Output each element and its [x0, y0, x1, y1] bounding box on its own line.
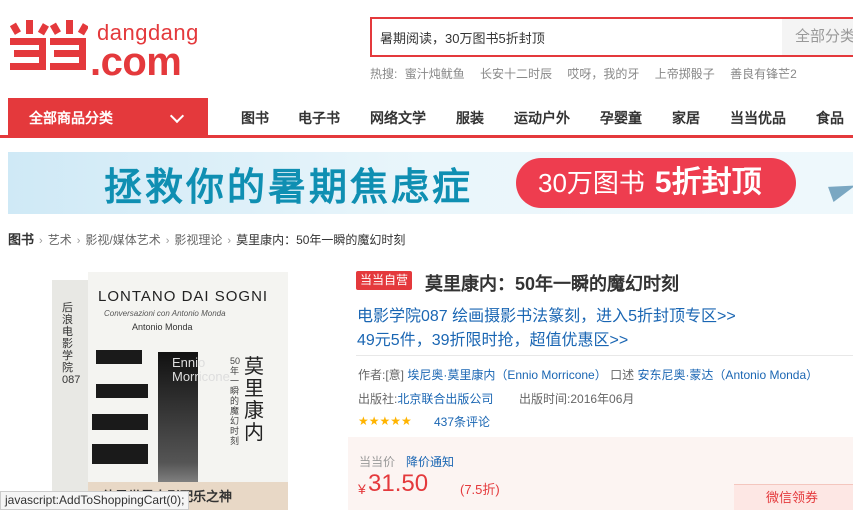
author-line: 作者:[意] 埃尼奥·莫里康内（Ennio Morricone） 口述 安东尼奥… [358, 366, 818, 383]
author-prefix: [意] [385, 368, 405, 382]
reviews-count: 437 [434, 415, 455, 429]
price-discount: (7.5折) [460, 482, 500, 497]
breadcrumb-item[interactable]: 艺术 [48, 233, 72, 247]
nav-item-food[interactable]: 食品 [816, 98, 844, 138]
cover-vertical-name: Ennio Morricone [172, 356, 230, 384]
paper-plane-icon [828, 178, 853, 202]
self-operated-badge: 当当自营 [356, 271, 413, 290]
hot-search-term[interactable]: 蜜汁炖鱿鱼 [405, 67, 465, 81]
price-drop-notice-link[interactable]: 降价通知 [406, 453, 454, 470]
cover-subtitle-cn: 50年一瞬的魔幻时刻 [230, 356, 241, 446]
banner-offer-pill: 30万图书 5折封顶 [516, 158, 796, 208]
publish-date-line: 出版时间:2016年06月 [519, 390, 634, 407]
book-cover-image[interactable]: 后浪电影学院087 LONTANO DAI SOGNI Conversazion… [52, 272, 288, 510]
dangdang-logo[interactable]: dangdang .com [10, 14, 206, 84]
hot-search-term[interactable]: 上帝掷骰子 [655, 67, 715, 81]
status-bar-url: javascript:AddToShoppingCart(0); [0, 491, 190, 510]
cover-graphic-bar [92, 414, 148, 430]
breadcrumb-current: 莫里康内：50年一瞬的魔幻时刻 [236, 233, 406, 247]
chevron-right-icon: › [76, 235, 81, 247]
banner-offer-count: 30万图书 [538, 168, 645, 198]
promo-link[interactable]: 绘画摄影书法篆刻，进入5折封顶专区>> [452, 308, 736, 325]
cover-title-cn: 莫里康内 [244, 356, 264, 444]
publisher-line: 出版社:北京联合出版公司 [358, 390, 493, 407]
all-categories-menu[interactable]: 全部商品分类 [8, 98, 208, 138]
cover-graphic-bar [96, 350, 142, 364]
hot-search-term[interactable]: 长安十二时辰 [480, 67, 552, 81]
reviews-link[interactable]: 437条评论 [434, 413, 490, 430]
hot-search-term[interactable]: 哎呀，我的牙 [567, 67, 639, 81]
product-title: 莫里康内：50年一瞬的魔幻时刻 [425, 274, 680, 294]
cover-subtitle: Conversazioni con Antonio Monda [104, 309, 226, 318]
publisher-link[interactable]: 北京联合出版公司 [397, 392, 493, 406]
cover-title: LONTANO DAI SOGNI [98, 288, 269, 305]
publish-date-label: 出版时间: [519, 392, 571, 406]
main-nav: 全部商品分类 图书 电子书 网络文学 服装 运动户外 孕婴童 家居 当当优品 食… [0, 98, 853, 138]
banner-headline: 拯救你的暑期焦虑症 [104, 167, 474, 209]
nav-item-sports-outdoor[interactable]: 运动户外 [514, 98, 570, 138]
author-link[interactable]: 埃尼奥·莫里康内（Ennio Morricone） [407, 368, 606, 382]
search-input[interactable] [372, 19, 782, 55]
nav-item-dangdang-select[interactable]: 当当优品 [730, 98, 786, 138]
chevron-right-icon: › [165, 235, 170, 247]
price-label: 当当价 [359, 455, 396, 469]
nav-item-baby[interactable]: 孕婴童 [600, 98, 642, 138]
breadcrumb: 图书 › 艺术 › 影视/媒体艺术 › 影视理论 › 莫里康内：50年一瞬的魔幻时刻 [8, 229, 405, 248]
search-category-select[interactable]: 全部分类 [782, 19, 853, 55]
promo-prefix: 电影学院087 [357, 308, 448, 325]
banner-offer-discount: 5折封顶 [654, 166, 762, 199]
book-spine: 后浪电影学院087 [52, 280, 88, 510]
chevron-down-icon [169, 108, 185, 124]
publisher-label: 出版社: [358, 392, 398, 406]
book-spine-text: 后浪电影学院087 [62, 302, 81, 386]
author-role: 口述 [610, 368, 635, 382]
hot-search-list: 热搜: 蜜汁炖鱿鱼 长安十二时辰 哎呀，我的牙 上帝掷骰子 善良有锋芒2 [370, 65, 809, 82]
nav-item-ebooks[interactable]: 电子书 [298, 98, 340, 138]
author-link[interactable]: 安东尼奥·蒙达（Antonio Monda） [637, 368, 818, 382]
all-categories-label: 全部商品分类 [29, 110, 113, 126]
breadcrumb-item[interactable]: 影视/媒体艺术 [85, 233, 160, 247]
divider [356, 355, 853, 356]
author-label: 作者: [358, 368, 386, 382]
cover-graphic-bar [96, 384, 148, 398]
publish-date-value: 2016年06月 [570, 392, 635, 406]
wechat-coupon-button[interactable]: 微信领券 [734, 484, 853, 510]
nav-item-web-literature[interactable]: 网络文学 [370, 98, 426, 138]
search-box: 全部分类 [370, 17, 853, 57]
chevron-right-icon: › [39, 235, 43, 247]
hot-search-label: 热搜: [370, 67, 398, 81]
logo-text-com: .com [90, 40, 182, 84]
chevron-right-icon: › [227, 235, 232, 247]
nav-item-home[interactable]: 家居 [672, 98, 700, 138]
breadcrumb-item[interactable]: 图书 [8, 232, 34, 247]
cover-graphic-bar [92, 444, 148, 464]
promo-line-1: 电影学院087 绘画摄影书法篆刻，进入5折封顶专区>> [357, 302, 736, 326]
rating-stars-icon: ★★★★★ [358, 414, 412, 428]
promo-banner[interactable]: 拯救你的暑期焦虑症 30万图书 5折封顶 [8, 152, 853, 214]
nav-item-clothing[interactable]: 服装 [456, 98, 484, 138]
hot-search-term[interactable]: 善良有锋芒2 [730, 67, 797, 81]
currency-symbol: ¥ [358, 481, 366, 497]
promo-link[interactable]: 49元5件，39折限时抢，超值优惠区>> [357, 326, 628, 350]
nav-item-books[interactable]: 图书 [241, 98, 269, 138]
cover-author: Antonio Monda [132, 322, 193, 332]
breadcrumb-item[interactable]: 影视理论 [174, 233, 222, 247]
price-value: 31.50 [368, 470, 429, 497]
dangdang-logo-mark-icon [10, 20, 88, 70]
reviews-suffix: 条评论 [454, 415, 491, 429]
